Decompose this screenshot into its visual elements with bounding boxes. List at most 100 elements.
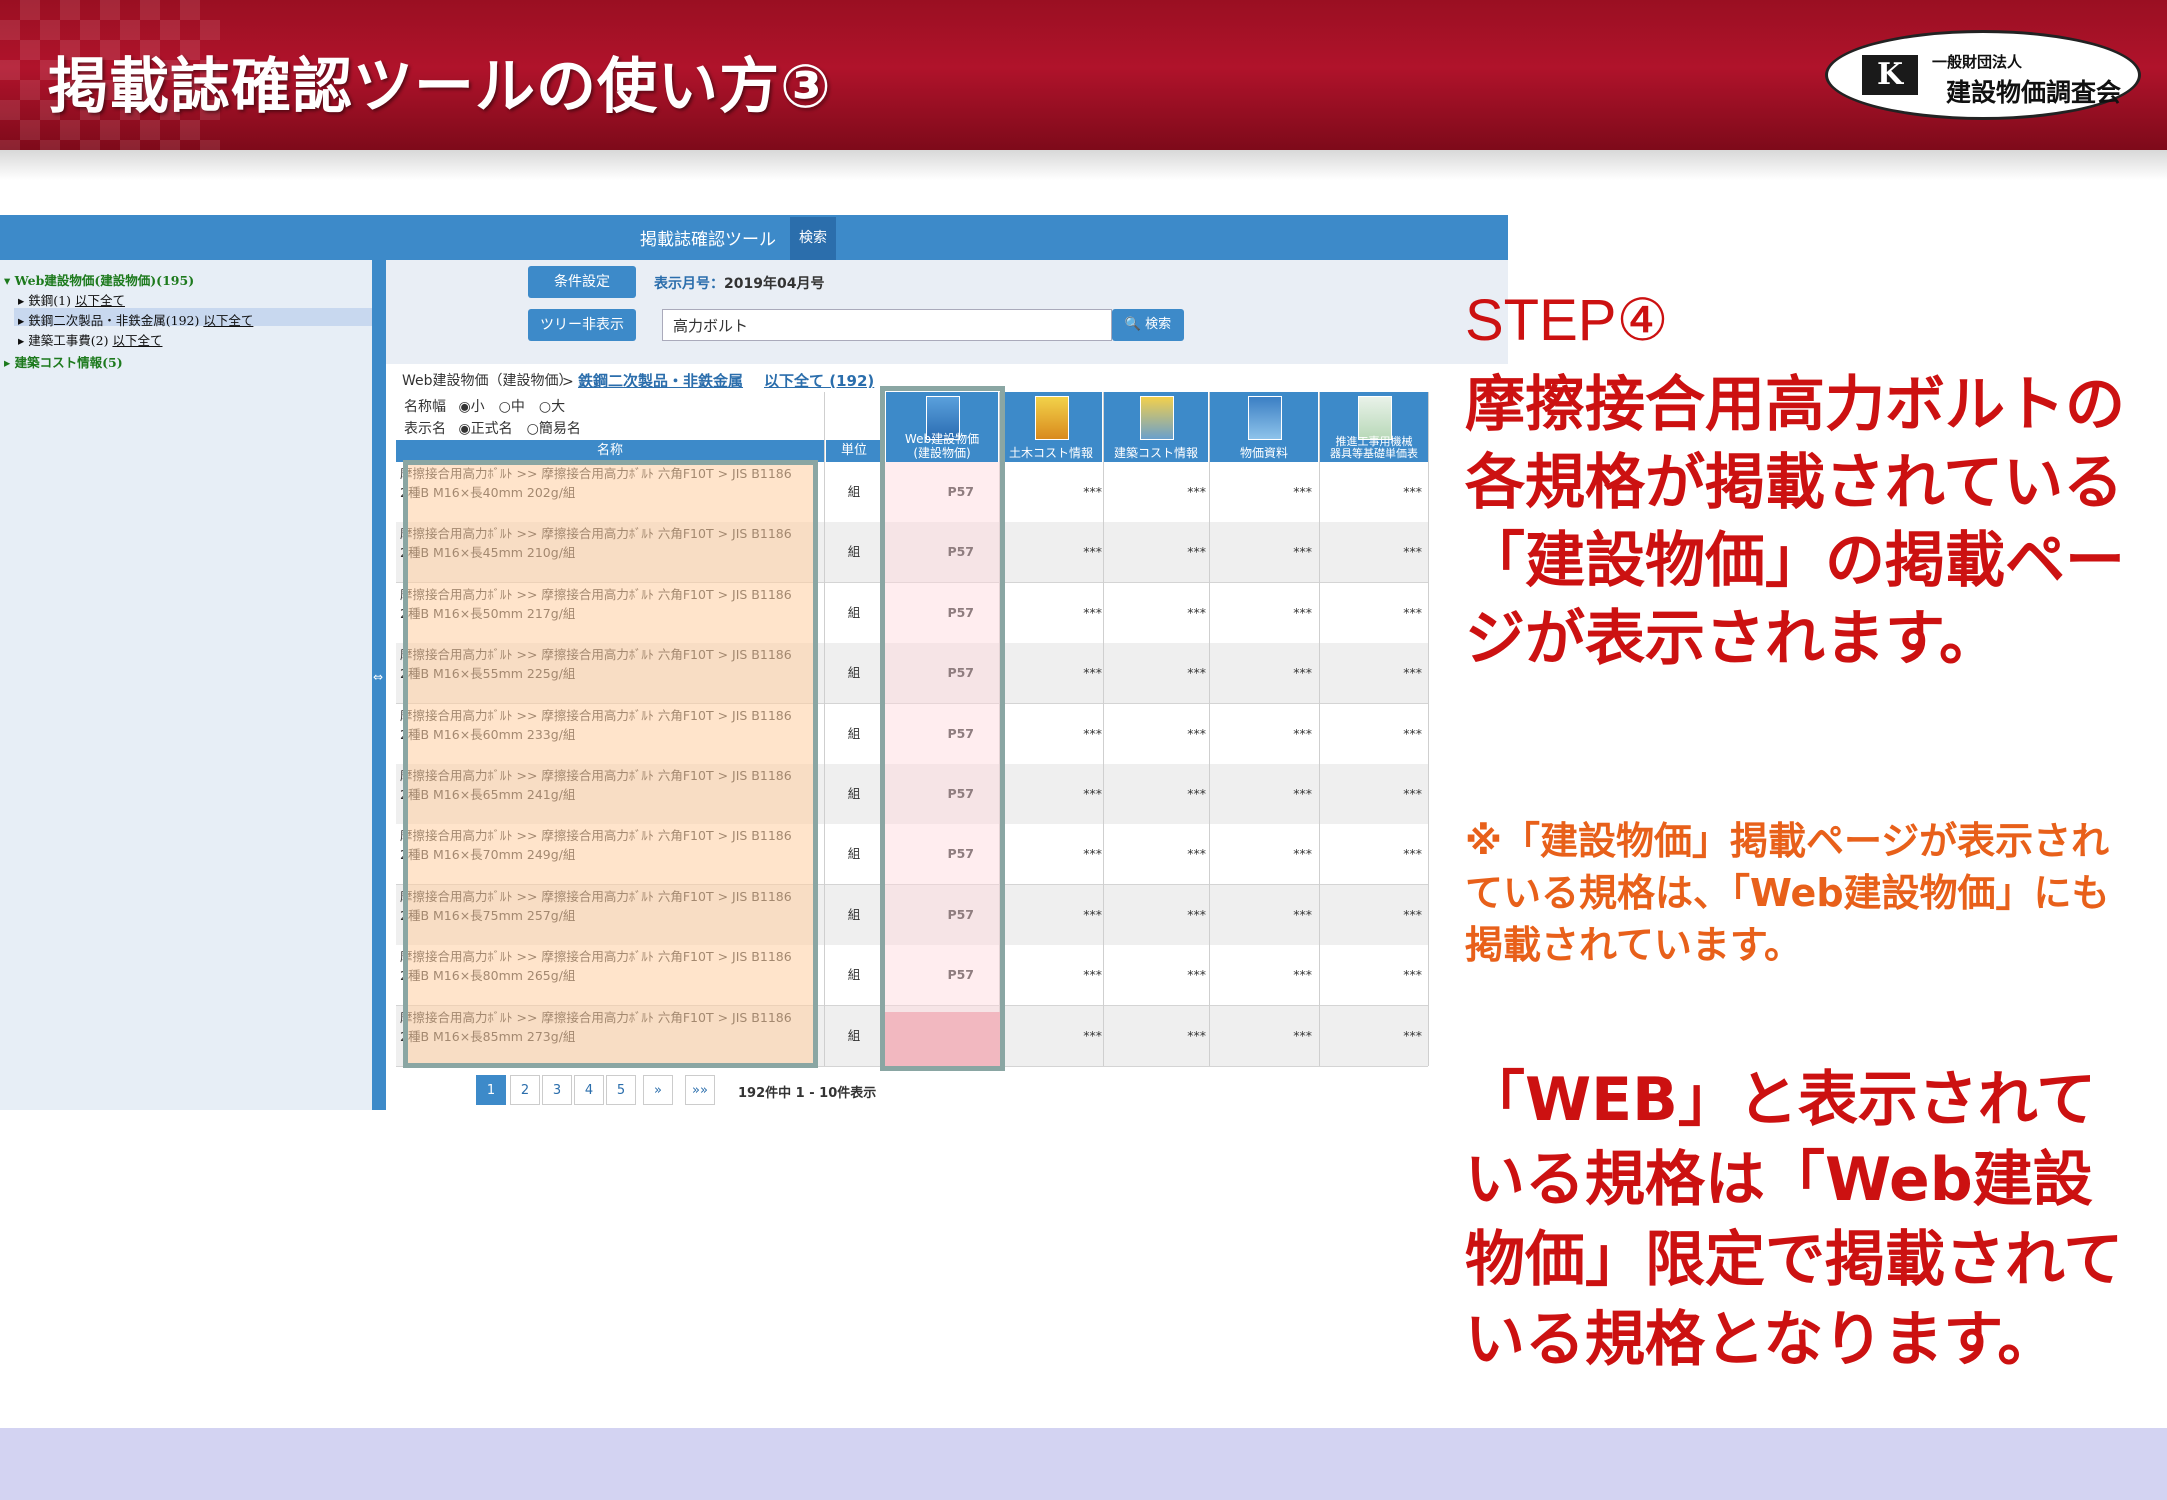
pager-last[interactable]: »» xyxy=(685,1075,715,1105)
tree-item-label: 鉄鋼二次製品・非鉄金属(192) xyxy=(28,313,200,328)
footer-band xyxy=(0,1428,2167,1500)
display-name-radios[interactable]: ◉正式名 ○簡易名 xyxy=(458,421,580,437)
name-width-label: 名称幅 xyxy=(404,399,446,415)
breadcrumb-all[interactable]: 以下全て (192) xyxy=(764,370,874,391)
pub-header-label: 建築コスト情報 xyxy=(1113,446,1198,460)
publication-page-cell: *** xyxy=(1403,846,1422,862)
publication-page-cell: *** xyxy=(1083,665,1102,681)
pager-page-1[interactable]: 1 xyxy=(476,1075,506,1105)
publication-page-cell: *** xyxy=(1403,665,1422,681)
publication-page-cell: *** xyxy=(1187,1027,1206,1043)
tree-item-label: 建築工事費(2) xyxy=(28,333,109,348)
name-width-radios[interactable]: ◉小 ○中 ○大 xyxy=(458,399,565,415)
publication-page-cell: *** xyxy=(1083,484,1102,499)
tree-item-all-link[interactable]: 以下全て xyxy=(203,313,253,328)
pub-header-label: 推進工事用機械 器具等基礎単価表 xyxy=(1330,435,1418,460)
unit-cell: 組 xyxy=(847,725,861,741)
unit-cell: 組 xyxy=(847,786,861,801)
search-button[interactable]: 🔍 検索 xyxy=(1112,309,1184,341)
hide-tree-button[interactable]: ツリー非表示 xyxy=(528,309,636,341)
publication-page-cell: *** xyxy=(1403,786,1422,801)
publication-page-cell: *** xyxy=(1083,906,1102,922)
tree-item-all-link[interactable]: 以下全て xyxy=(75,293,125,308)
column-header-doboku-cost[interactable]: 土木コスト情報 xyxy=(1000,392,1102,462)
column-divider xyxy=(1209,392,1210,1066)
unit-cell: 組 xyxy=(847,604,861,620)
breadcrumb-separator: > xyxy=(562,374,574,390)
step-title: STEP④ xyxy=(1465,288,1669,353)
publication-page-cell: *** xyxy=(1187,725,1206,741)
tree-item-kenchiku-kouji[interactable]: ▸ 建築工事費(2) 以下全て xyxy=(18,330,162,349)
unit-cell: 組 xyxy=(847,544,861,560)
display-name-option[interactable]: 表示名 ◉正式名 ○簡易名 xyxy=(404,418,581,438)
chevron-right-icon: ▸ xyxy=(18,313,29,328)
tree-item-kenchiku-cost[interactable]: ▸ 建築コスト情報(5) xyxy=(4,352,123,371)
column-divider xyxy=(1319,392,1320,1066)
breadcrumb-root[interactable]: Web建設物価（建設物価） xyxy=(402,370,573,390)
resize-arrows-icon: ⇔ xyxy=(373,670,384,684)
month-value: 2019年04月号 xyxy=(724,276,825,292)
publication-page-cell: *** xyxy=(1293,1027,1312,1043)
condition-settings-button[interactable]: 条件設定 xyxy=(528,266,636,298)
publication-page-cell: *** xyxy=(1187,544,1206,560)
breadcrumb-category[interactable]: 鉄鋼二次製品・非鉄金属 xyxy=(578,370,743,391)
column-header-bukka-shiryo[interactable]: 物価資料 xyxy=(1210,392,1318,462)
column-header-name[interactable]: 名称 xyxy=(396,440,824,462)
tool-title: 掲載誌確認ツール xyxy=(640,230,776,250)
pager-page-5[interactable]: 5 xyxy=(606,1075,636,1105)
publication-page-cell: *** xyxy=(1293,846,1312,862)
book-cover-icon xyxy=(1358,396,1392,440)
logo-main-text: 建設物価調査会 xyxy=(1946,78,2122,107)
column-divider xyxy=(1428,392,1429,1066)
panel-splitter[interactable]: ⇔ xyxy=(372,260,386,1110)
chevron-right-icon: ▸ xyxy=(18,333,29,348)
publication-page-cell: *** xyxy=(1187,906,1206,922)
publication-page-cell: *** xyxy=(1293,725,1312,741)
chevron-right-icon: ▸ xyxy=(18,293,29,308)
column-header-suishin-kikai[interactable]: 推進工事用機械 器具等基礎単価表 xyxy=(1320,392,1428,462)
chevron-right-icon: ▸ xyxy=(4,355,15,370)
publication-page-cell: *** xyxy=(1403,967,1422,983)
unit-cell: 組 xyxy=(847,1027,861,1043)
unit-cell: 組 xyxy=(847,484,861,499)
pager-page-4[interactable]: 4 xyxy=(574,1075,604,1105)
column-header-kenchiku-cost[interactable]: 建築コスト情報 xyxy=(1104,392,1208,462)
step-description: 摩擦接合用高力ボルトの各規格が掲載されている「建設物価」の掲載ページが表示されま… xyxy=(1465,370,2125,674)
tree-item-tekko[interactable]: ▸ 鉄鋼(1) 以下全て xyxy=(18,290,125,309)
publication-page-cell: *** xyxy=(1187,665,1206,681)
kensetsu-bukka-note: ※「建設物価」掲載ページが表示されている規格は、「Web建設物価」にも掲載されて… xyxy=(1465,819,2110,967)
pub-header-label: 物価資料 xyxy=(1239,446,1288,460)
search-input[interactable]: 高力ボルト xyxy=(662,309,1112,341)
pager-page-3[interactable]: 3 xyxy=(542,1075,572,1105)
category-tree-panel: ▾ Web建設物価(建設物価)(195) ▸ 鉄鋼(1) 以下全て ▸ 鉄鋼二次… xyxy=(0,260,372,1110)
publication-page-cell: *** xyxy=(1083,725,1102,741)
tree-item-all-link[interactable]: 以下全て xyxy=(112,333,162,348)
publication-page-cell: *** xyxy=(1083,544,1102,560)
tool-topbar: 掲載誌確認ツール 検索 xyxy=(0,215,1508,260)
pager-page-2[interactable]: 2 xyxy=(510,1075,540,1105)
publication-page-cell: *** xyxy=(1187,484,1206,499)
column-divider xyxy=(824,392,825,1066)
name-width-option[interactable]: 名称幅 ◉小 ○中 ○大 xyxy=(404,396,565,416)
column-divider xyxy=(1103,392,1104,1066)
book-cover-icon xyxy=(1035,396,1069,440)
publication-page-cell: *** xyxy=(1403,1027,1422,1043)
tree-item-web-kensetsu-bukka[interactable]: ▾ Web建設物価(建設物価)(195) xyxy=(4,270,194,289)
month-label: 表示月号：2019年04月号 xyxy=(654,273,824,293)
slide-title: 掲載誌確認ツールの使い方③ xyxy=(48,52,832,122)
pager-info: 192件中 1 - 10件表示 xyxy=(738,1086,877,1101)
organization-logo: K 一般財団法人 建設物価調査会 xyxy=(1825,30,2141,120)
book-cover-icon xyxy=(1140,396,1174,440)
publication-page-cell: *** xyxy=(1083,604,1102,620)
publication-page-cell: *** xyxy=(1187,846,1206,862)
publication-page-cell: *** xyxy=(1403,906,1422,922)
publication-page-cell: *** xyxy=(1403,604,1422,620)
search-tab[interactable]: 検索 xyxy=(790,217,836,260)
publication-page-cell: *** xyxy=(1293,544,1312,560)
month-label-text: 表示月号： xyxy=(654,276,724,292)
publication-page-cell: *** xyxy=(1293,484,1312,499)
tree-item-tekko-niji[interactable]: ▸ 鉄鋼二次製品・非鉄金属(192) 以下全て xyxy=(18,310,253,329)
pager-next[interactable]: » xyxy=(643,1075,673,1105)
column-header-unit[interactable]: 単位 xyxy=(826,440,882,462)
slide-header: 掲載誌確認ツールの使い方③ K 一般財団法人 建設物価調査会 xyxy=(0,0,2167,150)
